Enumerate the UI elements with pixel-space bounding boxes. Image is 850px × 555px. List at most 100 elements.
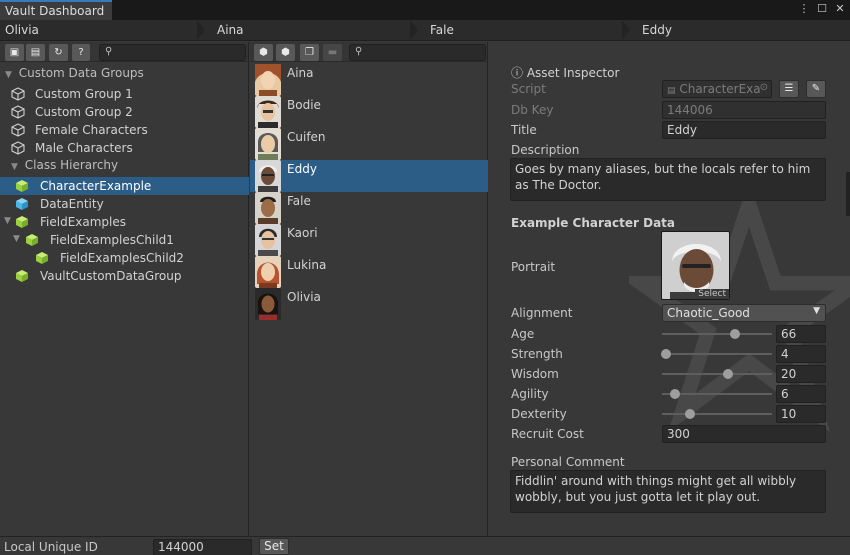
group-item-female-characters[interactable]: Female Characters bbox=[0, 121, 249, 139]
custom-data-groups-heading[interactable]: ▼ Custom Data Groups bbox=[5, 66, 144, 84]
bottom-bar: Local Unique ID 144000 Set bbox=[0, 536, 850, 555]
breadcrumb-item[interactable]: Eddy bbox=[637, 20, 672, 40]
breadcrumb: Olivia Aina Fale Eddy bbox=[0, 20, 850, 41]
age-slider-knob[interactable] bbox=[729, 329, 740, 339]
portrait-field[interactable]: Select bbox=[661, 231, 730, 300]
delete-entity-icon: ▬ bbox=[327, 47, 338, 58]
left-search-input[interactable]: ⚲ bbox=[99, 44, 246, 61]
cube-solid-icon bbox=[26, 234, 38, 246]
group-item-male-characters[interactable]: Male Characters bbox=[0, 139, 249, 157]
strength-field[interactable]: 4 bbox=[776, 345, 826, 363]
description-textarea[interactable]: Goes by many aliases, but the locals ref… bbox=[510, 158, 826, 201]
middle-search-input[interactable]: ⚲ bbox=[349, 44, 486, 61]
hierarchy-item-dataentity[interactable]: DataEntity bbox=[0, 195, 249, 213]
personal-comment-label: Personal Comment bbox=[511, 455, 625, 469]
foldout-arrow-icon: ▼ bbox=[5, 70, 12, 80]
foldout-arrow-icon: ▼ bbox=[11, 162, 18, 172]
entity-list-panel: ⬢ ⬢ ❐ ▬ ⚲ Aina Bodie Cuifen Eddy Fale Ka… bbox=[250, 42, 488, 536]
object-picker-icon[interactable]: ⊙ bbox=[760, 82, 768, 93]
left-panel: ▣ ▤ ↻ ? ⚲ ▼ Custom Data Groups Custom Gr… bbox=[0, 42, 249, 536]
strength-slider[interactable] bbox=[662, 353, 772, 355]
middle-toolbar: ⬢ ⬢ ❐ ▬ ⚲ bbox=[250, 42, 487, 62]
remove-data-group-icon: ▤ bbox=[30, 47, 41, 58]
list-item-fale[interactable]: Fale bbox=[250, 192, 488, 224]
agility-label: Agility bbox=[511, 387, 549, 401]
window-tab[interactable]: Vault Dashboard bbox=[0, 0, 112, 20]
add-data-group-icon: ▣ bbox=[9, 47, 20, 58]
add-entity-button[interactable]: ⬢ bbox=[254, 44, 273, 61]
breadcrumb-item[interactable]: Olivia bbox=[0, 20, 39, 40]
list-item-olivia[interactable]: Olivia bbox=[250, 288, 488, 320]
class-hierarchy-heading[interactable]: ▼ Class Hierarchy bbox=[11, 158, 118, 176]
agility-field[interactable]: 6 bbox=[776, 385, 826, 403]
scrollbar[interactable] bbox=[846, 172, 850, 216]
list-menu-icon: ☰ bbox=[784, 83, 794, 94]
character-portrait-icon bbox=[255, 64, 281, 96]
group-item-custom-group-1[interactable]: Custom Group 1 bbox=[0, 85, 249, 103]
delete-entity-button[interactable]: ▬ bbox=[323, 44, 342, 61]
cube-outline-icon bbox=[11, 123, 25, 137]
kebab-menu-icon[interactable]: ⋮ bbox=[798, 2, 810, 15]
hierarchy-item-characterexample[interactable]: CharacterExample bbox=[0, 177, 249, 195]
wisdom-slider[interactable] bbox=[662, 373, 772, 375]
maximize-icon[interactable]: ☐ bbox=[816, 2, 828, 15]
group-item-custom-group-2[interactable]: Custom Group 2 bbox=[0, 103, 249, 121]
search-icon: ⚲ bbox=[355, 46, 363, 57]
character-portrait-icon bbox=[255, 224, 281, 256]
list-item-kaori[interactable]: Kaori bbox=[250, 224, 488, 256]
foldout-arrow-icon[interactable]: ▼ bbox=[4, 216, 11, 226]
breadcrumb-item[interactable]: Fale bbox=[425, 20, 454, 40]
script-file-icon: ▤ bbox=[667, 86, 676, 96]
hierarchy-item-fieldexamples[interactable]: ▼ FieldExamples bbox=[0, 213, 249, 231]
hierarchy-item-fieldexampleschild2[interactable]: FieldExamplesChild2 bbox=[0, 249, 249, 267]
inspector-menu-button[interactable]: ☰ bbox=[779, 80, 799, 98]
duplicate-entity-button[interactable]: ⬢ bbox=[276, 44, 295, 61]
remove-data-group-button[interactable]: ▤ bbox=[26, 44, 45, 61]
hierarchy-item-fieldexampleschild1[interactable]: ▼ FieldExamplesChild1 bbox=[0, 231, 249, 249]
dexterity-field[interactable]: 10 bbox=[776, 405, 826, 423]
alignment-dropdown[interactable]: Chaotic_Good ▼ bbox=[662, 304, 826, 322]
title-bar: Vault Dashboard ⋮ ☐ ✕ bbox=[0, 0, 850, 20]
wisdom-slider-knob[interactable] bbox=[723, 369, 733, 379]
edit-script-button[interactable]: ✎ bbox=[806, 80, 826, 98]
hierarchy-item-vaultcustomdatagroup[interactable]: VaultCustomDataGroup bbox=[0, 267, 249, 285]
title-field[interactable]: Eddy bbox=[662, 121, 826, 139]
breadcrumb-item[interactable]: Aina bbox=[212, 20, 244, 40]
portrait-select-button[interactable]: Select bbox=[695, 289, 729, 299]
dbkey-field: 144006 bbox=[662, 101, 826, 119]
inspector-title: ⓘ Asset Inspector bbox=[511, 66, 620, 80]
left-toolbar: ▣ ▤ ↻ ? ⚲ bbox=[0, 42, 248, 62]
chevron-down-icon: ▼ bbox=[813, 306, 820, 316]
asset-inspector-panel: ⓘ Asset Inspector Script ▤ CharacterExa … bbox=[489, 42, 850, 536]
list-item-eddy[interactable]: Eddy bbox=[250, 160, 488, 192]
age-slider[interactable] bbox=[662, 333, 772, 335]
add-data-group-button[interactable]: ▣ bbox=[5, 44, 24, 61]
list-item-cuifen[interactable]: Cuifen bbox=[250, 128, 488, 160]
list-item-bodie[interactable]: Bodie bbox=[250, 96, 488, 128]
local-unique-id-label: Local Unique ID bbox=[4, 540, 98, 554]
help-button[interactable]: ? bbox=[72, 44, 90, 61]
personal-comment-textarea[interactable]: Fiddlin' around with things might get al… bbox=[510, 470, 826, 513]
cube-solid-icon bbox=[16, 198, 28, 210]
dexterity-slider[interactable] bbox=[662, 413, 772, 415]
title-label: Title bbox=[511, 123, 537, 137]
dexterity-slider-knob[interactable] bbox=[684, 409, 695, 419]
dexterity-label: Dexterity bbox=[511, 407, 567, 421]
recruit-cost-field[interactable]: 300 bbox=[662, 425, 826, 443]
refresh-button[interactable]: ↻ bbox=[49, 44, 68, 61]
script-field[interactable]: ▤ CharacterExa ⊙ bbox=[662, 80, 772, 98]
breadcrumb-separator bbox=[410, 20, 418, 40]
add-entity-icon: ⬢ bbox=[259, 47, 268, 58]
foldout-arrow-icon[interactable]: ▼ bbox=[13, 234, 20, 244]
age-field[interactable]: 66 bbox=[776, 325, 826, 343]
wisdom-label: Wisdom bbox=[511, 367, 559, 381]
description-label: Description bbox=[511, 143, 580, 157]
copy-button[interactable]: ❐ bbox=[300, 44, 319, 61]
list-item-aina[interactable]: Aina bbox=[250, 64, 488, 96]
character-portrait-icon bbox=[255, 128, 281, 160]
set-button[interactable]: Set bbox=[259, 538, 289, 555]
list-item-lukina[interactable]: Lukina bbox=[250, 256, 488, 288]
local-unique-id-field[interactable]: 144000 bbox=[153, 539, 252, 555]
close-icon[interactable]: ✕ bbox=[834, 2, 846, 15]
wisdom-field[interactable]: 20 bbox=[776, 365, 826, 383]
